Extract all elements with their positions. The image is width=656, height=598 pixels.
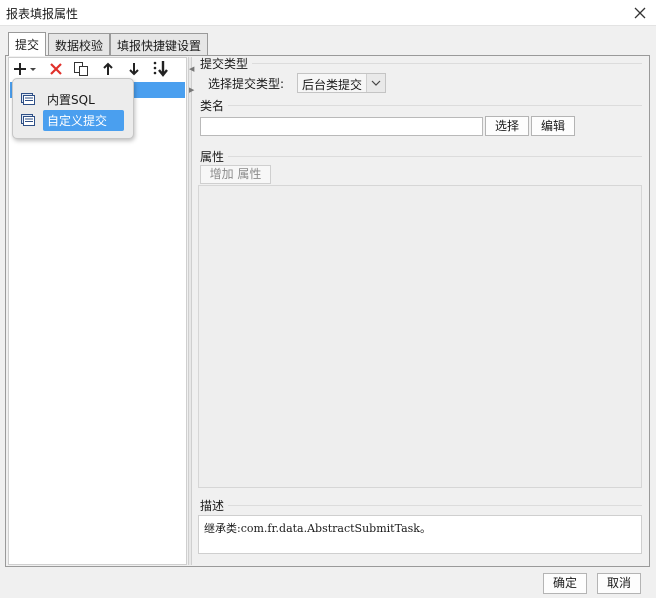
class-name-section-label: 类名 (200, 99, 225, 113)
sort-down-icon (153, 61, 168, 77)
database-icon (21, 93, 35, 105)
copy-icon (74, 62, 88, 76)
dropdown-toggle[interactable] (366, 74, 385, 92)
add-submit-button[interactable] (12, 60, 38, 78)
plus-dropdown-icon (14, 63, 36, 75)
arrow-down-icon (129, 63, 139, 76)
edit-class-button[interactable]: 编辑 (531, 116, 575, 136)
section-divider (252, 63, 642, 64)
properties-table[interactable] (198, 185, 642, 488)
submit-type-field-label: 选择提交类型: (208, 77, 285, 91)
pane-splitter[interactable]: ◀ ▶ (188, 57, 194, 565)
section-divider (228, 156, 642, 157)
class-name-input[interactable] (200, 117, 483, 136)
submit-type-selected-value: 后台类提交 (302, 78, 363, 92)
tab-fill-shortcut-settings[interactable]: 填报快捷键设置 (110, 33, 209, 55)
section-divider (228, 105, 642, 106)
cancel-button[interactable]: 取消 (597, 573, 641, 594)
delete-button[interactable] (46, 60, 66, 78)
delete-x-icon (50, 63, 62, 75)
submit-type-section-label: 提交类型 (200, 57, 249, 71)
submit-type-select[interactable]: 后台类提交 (297, 73, 386, 93)
arrow-up-icon (103, 62, 113, 75)
chevron-down-icon (371, 80, 381, 86)
add-submit-menu: 内置SQL 自定义提交 (12, 78, 134, 139)
close-icon (634, 7, 646, 19)
window-title: 报表填报属性 (6, 7, 79, 21)
collapse-left-icon[interactable]: ◀ (189, 65, 194, 73)
move-down-button[interactable] (124, 60, 144, 78)
menu-item-custom-submit[interactable]: 自定义提交 (43, 110, 124, 131)
move-up-button[interactable] (98, 60, 118, 78)
description-section-label: 描述 (200, 499, 225, 513)
tab-data-validation[interactable]: 数据校验 (48, 33, 111, 55)
menu-item-builtin-sql[interactable]: 内置SQL (43, 89, 99, 110)
add-property-button[interactable]: 增加 属性 (200, 165, 271, 184)
ok-button[interactable]: 确定 (543, 573, 587, 594)
description-box: 继承类:com.fr.data.AbstractSubmitTask。 (198, 515, 642, 554)
copy-button[interactable] (71, 60, 91, 78)
expand-right-icon[interactable]: ▶ (189, 86, 194, 94)
tab-submit[interactable]: 提交 (8, 32, 47, 56)
title-bar: 报表填报属性 (0, 0, 656, 26)
section-divider (228, 505, 642, 506)
database-icon (21, 114, 35, 126)
select-class-button[interactable]: 选择 (485, 116, 529, 136)
description-text: 继承类:com.fr.data.AbstractSubmitTask。 (204, 522, 431, 535)
sort-button[interactable] (150, 60, 172, 78)
close-button[interactable] (628, 2, 652, 24)
properties-section-label: 属性 (200, 150, 225, 164)
